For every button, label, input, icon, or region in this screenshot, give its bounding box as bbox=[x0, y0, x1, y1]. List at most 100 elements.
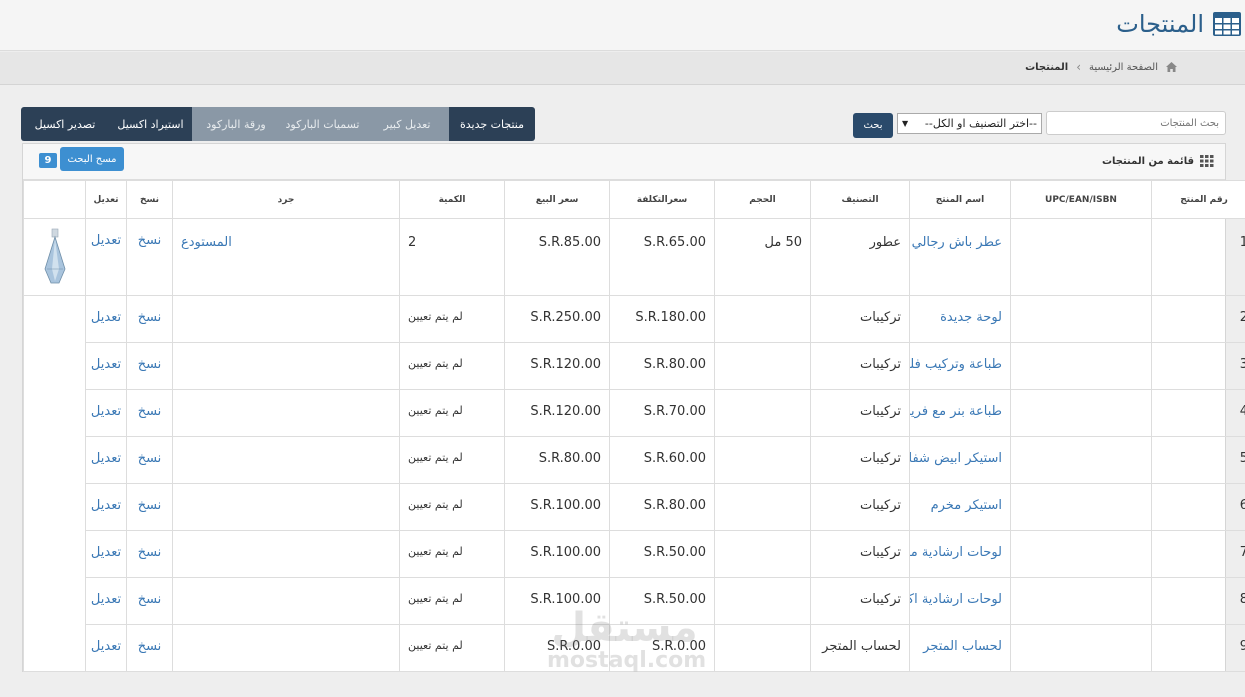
product-upc bbox=[1010, 218, 1152, 296]
product-size bbox=[714, 624, 811, 672]
col-header-name[interactable]: اسم المنتج bbox=[909, 180, 1011, 219]
product-name-link[interactable]: طباعة وتركيب فليكس bbox=[909, 342, 1011, 390]
product-inventory-link[interactable]: المستودع bbox=[172, 218, 400, 296]
col-header-quantity[interactable]: الكمية bbox=[399, 180, 505, 219]
barcode-sheet-button[interactable]: ورقة الباركود bbox=[192, 107, 280, 141]
product-name-link[interactable]: لوحات ارشادية مكتبية bbox=[909, 530, 1011, 578]
table-row: 6 استيكر مخرمتركيبات S.R.80.00S.R.100.00لم… bbox=[24, 483, 1245, 531]
barcode-labels-button[interactable]: تسميات الباركود bbox=[280, 107, 365, 141]
top-header-bar: المنتجات bbox=[0, 0, 1245, 51]
home-icon[interactable] bbox=[1166, 62, 1177, 72]
product-upc bbox=[1010, 483, 1152, 531]
product-cost: S.R.50.00 bbox=[609, 577, 715, 625]
edit-link[interactable]: تعديل bbox=[85, 577, 127, 625]
col-header-number[interactable]: رقم المنتج bbox=[1151, 180, 1245, 219]
product-inventory-link[interactable] bbox=[172, 624, 400, 672]
product-quantity: لم يتم تعيين bbox=[399, 342, 505, 390]
product-name-link[interactable]: لوحات ارشادية اكريليك bbox=[909, 577, 1011, 625]
col-header-upc[interactable]: UPC/EAN/ISBN bbox=[1010, 180, 1152, 219]
product-size bbox=[714, 436, 811, 484]
category-select[interactable]: ▼ --اختر التصنيف او الكل-- bbox=[897, 113, 1042, 134]
product-name-link[interactable]: استيكر مخرم bbox=[909, 483, 1011, 531]
product-upc bbox=[1010, 389, 1152, 437]
col-header-category[interactable]: التصنيف bbox=[810, 180, 910, 219]
product-price: S.R.0.00 bbox=[504, 624, 610, 672]
product-inventory-link[interactable] bbox=[172, 577, 400, 625]
clear-search-button[interactable]: مسح البحث bbox=[60, 147, 124, 171]
product-quantity: لم يتم تعيين bbox=[399, 577, 505, 625]
product-name-link[interactable]: لحساب المتجر bbox=[909, 624, 1011, 672]
product-size bbox=[714, 295, 811, 343]
copy-link[interactable]: نسخ bbox=[126, 530, 173, 578]
product-category: تركيبات bbox=[810, 483, 910, 531]
product-upc bbox=[1010, 530, 1152, 578]
edit-link[interactable]: تعديل bbox=[85, 389, 127, 437]
search-button[interactable]: بحث bbox=[853, 113, 893, 138]
copy-link[interactable]: نسخ bbox=[126, 389, 173, 437]
table-row: 3 طباعة وتركيب فليكستركيبات S.R.80.00S.R.1… bbox=[24, 342, 1245, 390]
product-number: 7 bbox=[1151, 530, 1245, 578]
new-products-button[interactable]: منتجات جديدة bbox=[449, 107, 535, 141]
edit-link[interactable]: تعديل bbox=[85, 218, 127, 296]
col-header-image bbox=[23, 180, 86, 219]
products-panel: قائمة من المنتجات مسح البحث 9 رقم المنتج… bbox=[22, 143, 1245, 672]
toolbar: تصدير اكسيل استيراد اكسيل ورقة الباركود … bbox=[21, 107, 535, 141]
chevron-left-icon: › bbox=[1076, 60, 1081, 74]
edit-link[interactable]: تعديل bbox=[85, 483, 127, 531]
product-inventory-link[interactable] bbox=[172, 389, 400, 437]
product-inventory-link[interactable] bbox=[172, 530, 400, 578]
edit-link[interactable]: تعديل bbox=[85, 295, 127, 343]
product-number: 5 bbox=[1151, 436, 1245, 484]
product-inventory-link[interactable] bbox=[172, 295, 400, 343]
product-upc bbox=[1010, 436, 1152, 484]
edit-link[interactable]: تعديل bbox=[85, 624, 127, 672]
col-header-inventory: جرد bbox=[172, 180, 400, 219]
product-category: تركيبات bbox=[810, 295, 910, 343]
copy-link[interactable]: نسخ bbox=[126, 577, 173, 625]
grid-dots-icon bbox=[1200, 155, 1214, 167]
import-excel-button[interactable]: استيراد اكسيل bbox=[109, 107, 192, 141]
col-header-copy: نسخ bbox=[126, 180, 173, 219]
product-price: S.R.120.00 bbox=[504, 342, 610, 390]
copy-link[interactable]: نسخ bbox=[126, 483, 173, 531]
copy-link[interactable]: نسخ bbox=[126, 624, 173, 672]
col-header-size[interactable]: الحجم bbox=[714, 180, 811, 219]
product-inventory-link[interactable] bbox=[172, 483, 400, 531]
edit-link[interactable]: تعديل bbox=[85, 436, 127, 484]
bulk-edit-button[interactable]: تعديل كبير bbox=[365, 107, 449, 141]
edit-link[interactable]: تعديل bbox=[85, 530, 127, 578]
product-number: 9 bbox=[1151, 624, 1245, 672]
copy-link[interactable]: نسخ bbox=[126, 342, 173, 390]
copy-link[interactable]: نسخ bbox=[126, 218, 173, 296]
product-name-link[interactable]: لوحة جديدة bbox=[909, 295, 1011, 343]
col-header-price[interactable]: سعر البيع bbox=[504, 180, 610, 219]
product-name-link[interactable]: طباعة بنر مع فريم حديد bbox=[909, 389, 1011, 437]
product-size: 50 مل bbox=[714, 218, 811, 296]
breadcrumb-home-link[interactable]: الصفحة الرئيسية bbox=[1089, 62, 1158, 73]
product-price: S.R.80.00 bbox=[504, 436, 610, 484]
edit-link[interactable]: تعديل bbox=[85, 342, 127, 390]
product-size bbox=[714, 530, 811, 578]
product-cost: S.R.50.00 bbox=[609, 530, 715, 578]
col-header-cost[interactable]: سعرالتكلفة bbox=[609, 180, 715, 219]
product-price: S.R.100.00 bbox=[504, 483, 610, 531]
product-number: 6 bbox=[1151, 483, 1245, 531]
export-excel-button[interactable]: تصدير اكسيل bbox=[21, 107, 109, 141]
product-size bbox=[714, 577, 811, 625]
dropdown-arrow-icon: ▼ bbox=[902, 119, 909, 128]
product-inventory-link[interactable] bbox=[172, 436, 400, 484]
copy-link[interactable]: نسخ bbox=[126, 436, 173, 484]
product-inventory-link[interactable] bbox=[172, 342, 400, 390]
product-name-link[interactable]: استيكر ابيض شفاف bbox=[909, 436, 1011, 484]
product-quantity: لم يتم تعيين bbox=[399, 483, 505, 531]
breadcrumb-bar: الصفحة الرئيسية › المنتجات bbox=[0, 52, 1245, 85]
copy-link[interactable]: نسخ bbox=[126, 295, 173, 343]
product-cost: S.R.65.00 bbox=[609, 218, 715, 296]
product-upc bbox=[1010, 342, 1152, 390]
product-number: 3 bbox=[1151, 342, 1245, 390]
product-category: تركيبات bbox=[810, 577, 910, 625]
search-input[interactable] bbox=[1046, 111, 1226, 135]
product-size bbox=[714, 389, 811, 437]
product-size bbox=[714, 342, 811, 390]
product-name-link[interactable]: عطر باش رجالي bbox=[909, 218, 1011, 296]
